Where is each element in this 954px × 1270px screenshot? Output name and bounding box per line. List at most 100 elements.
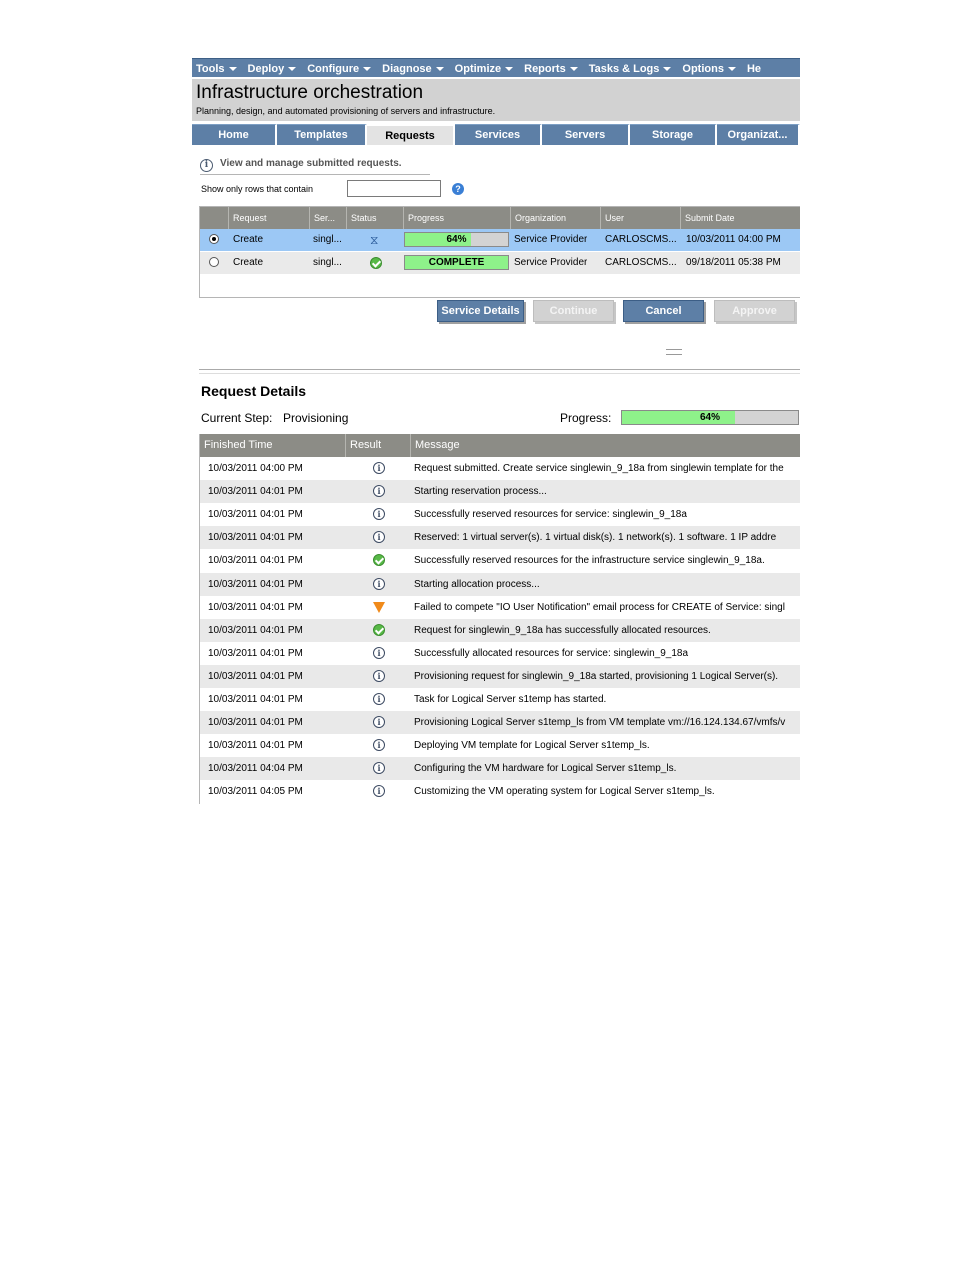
menu-tasks-logs[interactable]: Tasks & Logs <box>585 61 679 77</box>
column-header-organization[interactable]: Organization <box>510 207 600 229</box>
info-icon: i <box>200 159 213 172</box>
submit-date-cell: 10/03/2011 04:00 PM <box>686 234 781 245</box>
row-progress-bar: COMPLETE <box>404 255 509 270</box>
log-row: 10/03/2011 04:01 PM Failed to compete "IO… <box>200 596 800 619</box>
menu-label: He <box>746 63 762 75</box>
message-cell: Configuring the VM hardware for Logical … <box>414 763 677 775</box>
service-cell: singl... <box>313 234 342 245</box>
splitter-handle[interactable] <box>666 349 682 355</box>
finished-time-cell: 10/03/2011 04:01 PM <box>208 555 303 567</box>
details-progress-bar: 64% <box>621 410 799 425</box>
filter-input[interactable] <box>347 180 441 197</box>
requests-table-header: Request Ser... Status Progress Organization U… <box>200 207 800 229</box>
service-details-button[interactable]: Service Details <box>437 300 524 322</box>
log-row: 10/03/2011 04:01 PM i Reserved: 1 virtual … <box>200 526 800 550</box>
message-cell: Provisioning request for singlewin_9_18a… <box>414 670 779 682</box>
menu-label: Reports <box>524 63 566 75</box>
cancel-button[interactable]: Cancel <box>623 300 704 322</box>
progress-text: 64% <box>446 234 467 245</box>
info-icon: i <box>373 669 385 682</box>
caret-down-icon <box>228 67 237 72</box>
progress-label: Progress: <box>560 411 612 425</box>
tab-servers[interactable]: Servers <box>542 124 630 145</box>
request-cell: Create <box>233 234 264 245</box>
info-icon: i <box>373 646 385 659</box>
column-header-message[interactable]: Message <box>410 434 800 457</box>
info-icon: i <box>373 693 385 705</box>
app-window: Tools Deploy Configure Diagnose Optimize Repo… <box>192 58 800 804</box>
requests-table: Request Ser... Status Progress Organization U… <box>199 206 800 298</box>
message-cell: Successfully reserved resources for serv… <box>414 509 687 521</box>
row-radio-button[interactable] <box>209 234 219 244</box>
menu-diagnose[interactable]: Diagnose <box>378 61 451 77</box>
message-cell: Customizing the VM operating system for … <box>414 786 715 798</box>
tab-home[interactable]: Home <box>192 124 277 145</box>
menu-optimize[interactable]: Optimize <box>451 61 520 77</box>
column-header-result[interactable]: Result <box>345 434 410 457</box>
section-divider <box>199 369 800 374</box>
menu-reports[interactable]: Reports <box>520 61 585 77</box>
menu-deploy[interactable]: Deploy <box>244 61 304 77</box>
caret-down-icon <box>363 67 372 72</box>
log-row: 10/03/2011 04:05 PM i Customizing the VM o… <box>200 780 800 803</box>
column-header-progress[interactable]: Progress <box>403 207 510 229</box>
menu-tools[interactable]: Tools <box>192 61 244 77</box>
row-radio-button[interactable] <box>209 257 219 267</box>
tab-templates[interactable]: Templates <box>277 124 367 145</box>
info-icon: i <box>373 762 385 775</box>
finished-time-cell: 10/03/2011 04:01 PM <box>208 647 303 659</box>
request-log-table: Finished Time Result Message 10/03/2011 04… <box>199 434 800 804</box>
finished-time-cell: 10/03/2011 04:01 PM <box>208 532 303 544</box>
message-cell: Successfully reserved resources for the … <box>414 555 765 567</box>
organization-cell: Service Provider <box>514 234 588 245</box>
column-header-user[interactable]: User <box>600 207 680 229</box>
column-header-status[interactable]: Status <box>346 207 403 229</box>
approve-button[interactable]: Approve <box>714 300 795 322</box>
check-circle-icon <box>373 554 385 567</box>
message-cell: Starting allocation process... <box>414 578 540 590</box>
menu-label: Optimize <box>454 63 502 75</box>
finished-time-cell: 10/03/2011 04:05 PM <box>208 786 303 798</box>
tab-organizat[interactable]: Organizat... <box>717 124 800 145</box>
caret-down-icon <box>663 67 672 72</box>
menu-options[interactable]: Options <box>678 61 743 77</box>
tab-requests[interactable]: Requests <box>367 124 455 145</box>
info-text: View and manage submitted requests. <box>220 158 402 169</box>
help-icon[interactable]: ? <box>452 183 464 195</box>
column-header-request[interactable]: Request <box>228 207 309 229</box>
message-cell: Starting reservation process... <box>414 486 547 498</box>
tab-storage[interactable]: Storage <box>630 124 717 145</box>
finished-time-cell: 10/03/2011 04:01 PM <box>208 486 303 498</box>
progress-text: COMPLETE <box>428 257 485 268</box>
menu-label: Tools <box>196 63 225 75</box>
column-header-submit-date[interactable]: Submit Date <box>680 207 800 229</box>
column-header-finished-time[interactable]: Finished Time <box>200 434 345 457</box>
page-title: Infrastructure orchestration <box>196 82 424 103</box>
message-cell: Request submitted. Create service single… <box>414 463 784 474</box>
table-row[interactable]: Create singl... Service Provider CARLOSCMS.… <box>200 229 800 251</box>
finished-time-cell: 10/03/2011 04:04 PM <box>208 763 303 775</box>
info-icon: i <box>373 739 385 752</box>
tab-services[interactable]: Services <box>455 124 542 145</box>
caret-down-icon <box>288 67 297 72</box>
info-icon: i <box>373 716 385 729</box>
message-cell: Provisioning Logical Server s1temp_ls fr… <box>414 717 786 729</box>
finished-time-cell: 10/03/2011 04:01 PM <box>208 740 303 752</box>
log-row: 10/03/2011 04:01 PM i Successfully reserve… <box>200 503 800 526</box>
message-cell: Failed to compete "IO User Notification"… <box>414 601 785 613</box>
table-row[interactable]: Create singl... Service Provider CARLOSCMS.… <box>200 252 800 274</box>
message-cell: Deploying VM template for Logical Server… <box>414 740 650 752</box>
message-cell: Task for Logical Server s1temp has start… <box>414 694 607 705</box>
log-row: 10/03/2011 04:01 PM i Starting allocation … <box>200 572 800 596</box>
menubar: Tools Deploy Configure Diagnose Optimize Repo… <box>192 58 800 77</box>
progress-text: 64% <box>699 412 720 423</box>
info-icon: i <box>373 785 385 798</box>
request-cell: Create <box>233 257 264 268</box>
menu-configure[interactable]: Configure <box>303 61 378 77</box>
menu-label: Diagnose <box>382 63 432 75</box>
column-header-ser[interactable]: Ser... <box>309 207 346 229</box>
continue-button[interactable]: Continue <box>533 300 614 322</box>
finished-time-cell: 10/03/2011 04:00 PM <box>208 463 303 474</box>
current-step-label: Current Step: <box>201 411 273 425</box>
menu-he[interactable]: He <box>743 61 768 77</box>
